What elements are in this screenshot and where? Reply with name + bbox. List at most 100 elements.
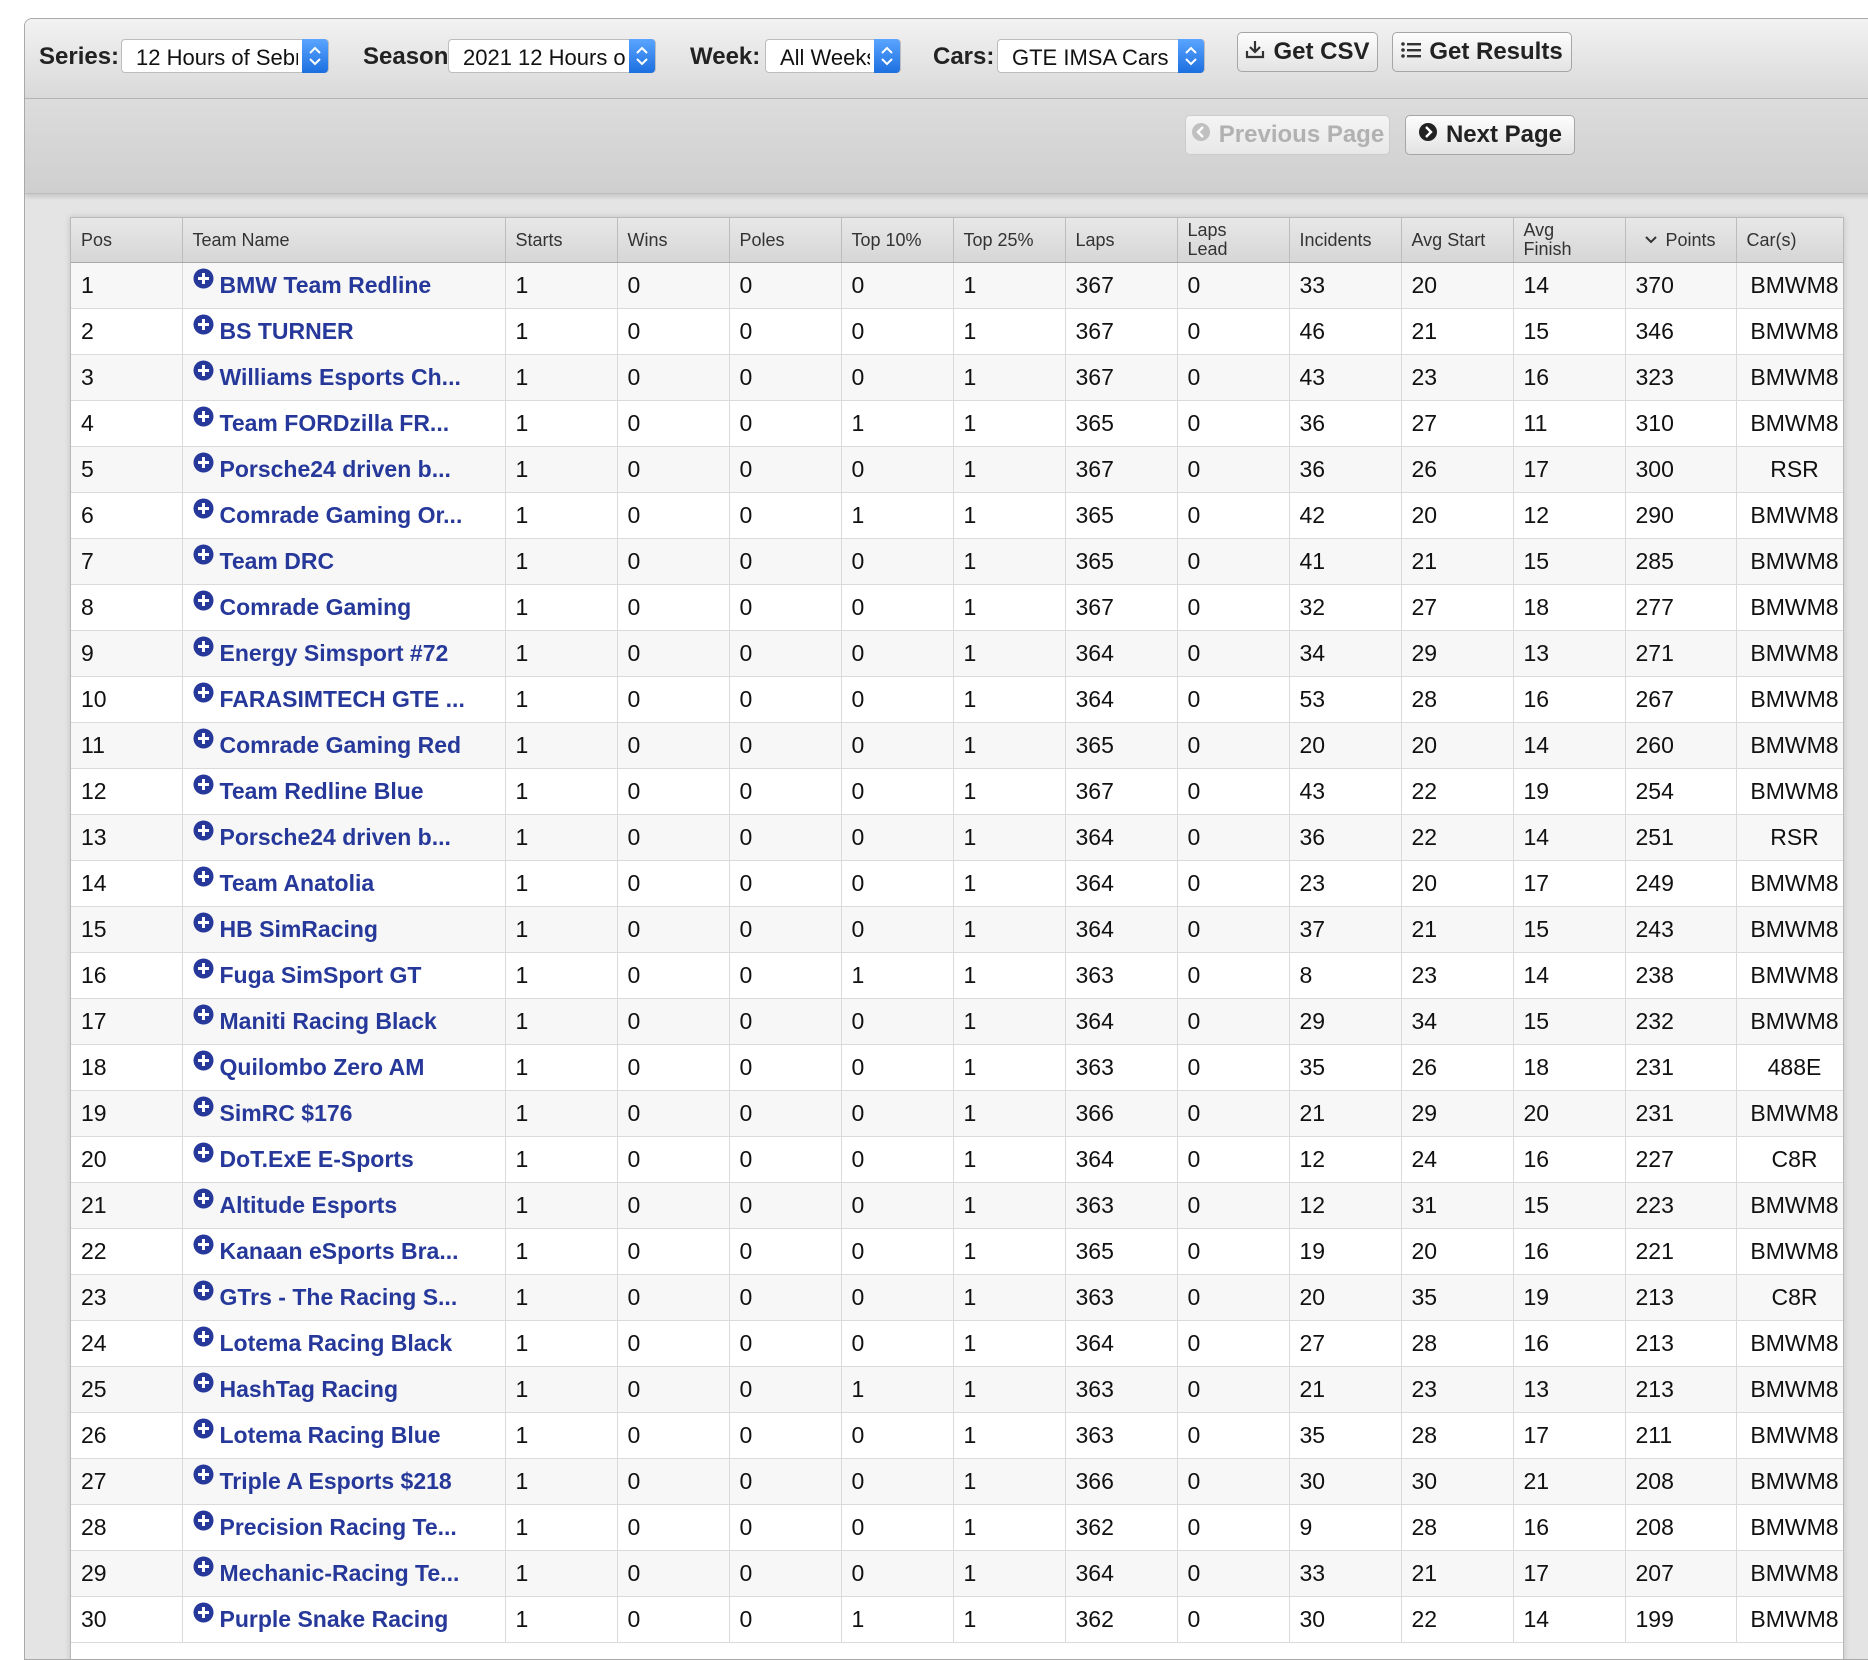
column-header[interactable]: Poles <box>729 218 842 263</box>
next-page-button[interactable]: Next Page <box>1405 115 1575 155</box>
position-cell: 26 <box>71 1412 183 1459</box>
stat-cell: 36 <box>1289 814 1402 861</box>
team-name-link[interactable]: Kanaan eSports Bra... <box>220 1238 459 1264</box>
team-name-link[interactable]: Team Redline Blue <box>220 778 424 804</box>
column-header[interactable]: Wins <box>617 218 730 263</box>
expand-plus-icon[interactable] <box>193 1280 214 1301</box>
expand-plus-icon[interactable] <box>193 912 214 933</box>
expand-plus-icon[interactable] <box>193 636 214 657</box>
expand-plus-icon[interactable] <box>193 1326 214 1347</box>
column-header[interactable]: Starts <box>505 218 618 263</box>
expand-plus-icon[interactable] <box>193 1372 214 1393</box>
team-name-link[interactable]: BS TURNER <box>220 318 354 344</box>
team-name-link[interactable]: Porsche24 driven b... <box>220 824 451 850</box>
stat-cell: 1 <box>953 584 1066 631</box>
column-header[interactable]: Top 25% <box>953 218 1066 263</box>
stat-cell: 21 <box>1289 1090 1402 1137</box>
team-name-link[interactable]: Purple Snake Racing <box>220 1606 449 1632</box>
column-header[interactable]: Avg Finish <box>1513 218 1626 263</box>
stat-cell: 0 <box>1177 906 1290 953</box>
team-name-link[interactable]: Fuga SimSport GT <box>220 962 422 988</box>
team-name-link[interactable]: GTrs - The Racing S... <box>220 1284 458 1310</box>
team-name-link[interactable]: Lotema Racing Black <box>220 1330 453 1356</box>
team-name-link[interactable]: DoT.ExE E-Sports <box>220 1146 414 1172</box>
team-name-link[interactable]: BMW Team Redline <box>220 272 432 298</box>
expand-plus-icon[interactable] <box>193 1510 214 1531</box>
expand-plus-icon[interactable] <box>193 1188 214 1209</box>
team-name-link[interactable]: SimRC $176 <box>220 1100 353 1126</box>
column-header[interactable]: Incidents <box>1289 218 1402 263</box>
week-select[interactable]: All Weeks <box>765 39 901 73</box>
expand-plus-icon[interactable] <box>193 1556 214 1577</box>
expand-plus-icon[interactable] <box>193 360 214 381</box>
expand-plus-icon[interactable] <box>193 820 214 841</box>
table-row: 30 Purple Snake Racing 1 0 0 1 1 362 0 30 22 14 199 B… <box>71 1596 1843 1643</box>
column-header-label: Top 10% <box>851 229 922 250</box>
team-name-link[interactable]: HashTag Racing <box>220 1376 399 1402</box>
cars-select[interactable]: GTE IMSA Cars <box>997 39 1205 73</box>
stat-cell: 13 <box>1513 630 1626 677</box>
column-header[interactable]: Avg Start <box>1401 218 1514 263</box>
expand-plus-icon[interactable] <box>193 1050 214 1071</box>
team-name-link[interactable]: HB SimRacing <box>220 916 378 942</box>
season-select[interactable]: 2021 12 Hours of S <box>448 39 656 73</box>
stat-cell: 27 <box>1401 400 1514 447</box>
stat-cell: 15 <box>1513 906 1626 953</box>
team-name-link[interactable]: Comrade Gaming <box>220 594 412 620</box>
column-header[interactable]: Pos <box>71 218 183 263</box>
expand-plus-icon[interactable] <box>193 1464 214 1485</box>
expand-plus-icon[interactable] <box>193 682 214 703</box>
team-name-link[interactable]: Altitude Esports <box>220 1192 398 1218</box>
get-csv-button[interactable]: Get CSV <box>1237 32 1378 72</box>
expand-plus-icon[interactable] <box>193 452 214 473</box>
team-name-link[interactable]: Precision Racing Te... <box>220 1514 457 1540</box>
series-select[interactable]: 12 Hours of Sebrir <box>121 39 329 73</box>
week-label: Week: <box>690 43 761 70</box>
column-header[interactable]: Car(s) <box>1736 218 1843 263</box>
team-name-link[interactable]: Williams Esports Ch... <box>220 364 461 390</box>
expand-plus-icon[interactable] <box>193 774 214 795</box>
expand-plus-icon[interactable] <box>193 958 214 979</box>
expand-plus-icon[interactable] <box>193 1602 214 1623</box>
team-name-link[interactable]: Quilombo Zero AM <box>220 1054 425 1080</box>
column-header[interactable]: Laps Lead <box>1177 218 1290 263</box>
team-name-link[interactable]: Triple A Esports $218 <box>220 1468 452 1494</box>
team-name-link[interactable]: Team FORDzilla FR... <box>220 410 450 436</box>
expand-plus-icon[interactable] <box>193 406 214 427</box>
column-header[interactable]: Team Name <box>182 218 506 263</box>
column-header[interactable]: Laps <box>1065 218 1178 263</box>
expand-plus-icon[interactable] <box>193 1096 214 1117</box>
expand-plus-icon[interactable] <box>193 1418 214 1439</box>
expand-plus-icon[interactable] <box>193 268 214 289</box>
team-name-link[interactable]: Team DRC <box>220 548 335 574</box>
stat-cell: 1 <box>505 1458 618 1505</box>
team-name-link[interactable]: FARASIMTECH GTE ... <box>220 686 465 712</box>
column-header[interactable]: Points <box>1625 218 1737 263</box>
stat-cell: 367 <box>1065 768 1178 815</box>
expand-plus-icon[interactable] <box>193 728 214 749</box>
column-header[interactable]: Top 10% <box>841 218 954 263</box>
team-name-link[interactable]: Maniti Racing Black <box>220 1008 437 1034</box>
team-name-link[interactable]: Comrade Gaming Red <box>220 732 462 758</box>
expand-plus-icon[interactable] <box>193 544 214 565</box>
stat-cell: 1 <box>505 492 618 539</box>
stat-cell: 0 <box>1177 1044 1290 1091</box>
previous-page-button[interactable]: Previous Page <box>1185 115 1390 155</box>
expand-plus-icon[interactable] <box>193 314 214 335</box>
expand-plus-icon[interactable] <box>193 1004 214 1025</box>
get-results-button[interactable]: Get Results <box>1392 32 1572 72</box>
expand-plus-icon[interactable] <box>193 1234 214 1255</box>
team-name-link[interactable]: Energy Simsport #72 <box>220 640 449 666</box>
team-name-link[interactable]: Mechanic-Racing Te... <box>220 1560 460 1586</box>
expand-plus-icon[interactable] <box>193 1142 214 1163</box>
table-row: 15 HB SimRacing 1 0 0 0 1 364 0 37 21 15 243 BMWM8 <box>71 906 1843 953</box>
team-name-link[interactable]: Team Anatolia <box>220 870 375 896</box>
team-name-link[interactable]: Porsche24 driven b... <box>220 456 451 482</box>
expand-plus-icon[interactable] <box>193 590 214 611</box>
position-cell: 12 <box>71 768 183 815</box>
expand-plus-icon[interactable] <box>193 498 214 519</box>
stat-cell: 15 <box>1513 538 1626 585</box>
expand-plus-icon[interactable] <box>193 866 214 887</box>
team-name-link[interactable]: Comrade Gaming Or... <box>220 502 463 528</box>
team-name-link[interactable]: Lotema Racing Blue <box>220 1422 441 1448</box>
